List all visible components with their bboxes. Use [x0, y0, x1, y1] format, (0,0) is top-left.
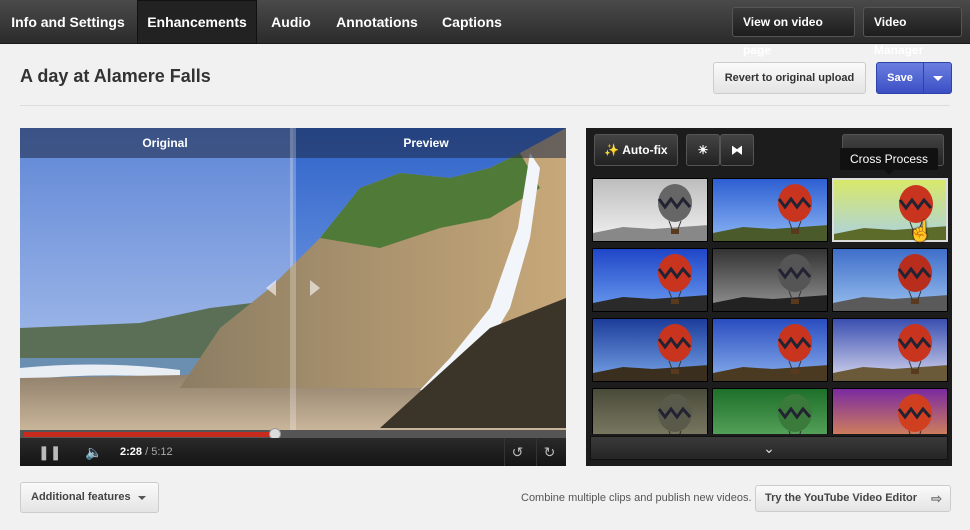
- balloon-icon: [833, 249, 947, 311]
- view-on-video-page-button[interactable]: View on video page: [732, 7, 855, 57]
- video-player[interactable]: Original Preview ❚❚ 🔈 2:28 / 5:12 ↺ ↻: [20, 128, 566, 466]
- player-controls: ❚❚ 🔈 2:28 / 5:12 ↺ ↻: [20, 438, 566, 466]
- try-video-editor-label: Try the YouTube Video Editor: [765, 492, 917, 504]
- filter-thumbnail-gray[interactable]: [592, 178, 708, 242]
- filter-tooltip: Cross Process: [840, 148, 938, 175]
- filter-thumbnail-cool[interactable]: [592, 248, 708, 312]
- filter-thumbnail-dark[interactable]: [592, 318, 708, 382]
- balloon-icon: [833, 319, 947, 381]
- time-separator: /: [142, 446, 152, 458]
- volume-icon[interactable]: 🔈: [80, 438, 108, 466]
- progress-bar[interactable]: [20, 428, 566, 440]
- tab-enhancements[interactable]: Enhancements: [137, 0, 257, 44]
- original-label: Original: [142, 136, 188, 150]
- brightness-icon: ☀: [697, 143, 709, 157]
- brightness-button[interactable]: ☀: [686, 134, 720, 166]
- time-display: 2:28 / 5:12: [120, 438, 173, 466]
- balloon-icon: [713, 389, 827, 434]
- filter-thumbnail-soft[interactable]: [832, 248, 948, 312]
- rotate-left-icon[interactable]: ↺: [504, 438, 530, 466]
- page-title: A day at Alamere Falls: [20, 66, 211, 86]
- save-button[interactable]: Save: [876, 62, 952, 94]
- combine-clips-text: Combine multiple clips and publish new v…: [521, 492, 752, 504]
- stabilize-icon: ⧓: [731, 143, 743, 157]
- effects-panel: ✨ Auto-fix ☀ ⧓ ⌄: [586, 128, 952, 466]
- balloon-icon: [593, 179, 707, 241]
- balloon-icon: [593, 249, 707, 311]
- chevron-down-icon: ⌄: [763, 440, 775, 456]
- duration: 5:12: [151, 446, 173, 458]
- save-label: Save: [877, 63, 924, 93]
- split-left-arrow-icon[interactable]: [266, 280, 276, 296]
- filter-grid: [592, 178, 948, 434]
- show-more-filters-button[interactable]: ⌄: [590, 436, 948, 460]
- tab-audio[interactable]: Audio: [258, 0, 324, 44]
- additional-features-button[interactable]: Additional features: [20, 482, 159, 513]
- filter-thumbnail-sunset[interactable]: [832, 388, 948, 434]
- header-divider: [20, 105, 950, 106]
- filter-thumbnail-sepia[interactable]: [592, 388, 708, 434]
- tab-captions[interactable]: Captions: [430, 0, 514, 44]
- balloon-icon: [833, 389, 947, 434]
- save-dropdown-arrow-icon[interactable]: [933, 76, 943, 81]
- balloon-icon: [713, 249, 827, 311]
- filter-thumbnail-green[interactable]: [712, 388, 828, 434]
- filter-thumbnail-bw[interactable]: [712, 248, 828, 312]
- pause-icon[interactable]: ❚❚: [38, 438, 61, 466]
- balloon-icon: [713, 319, 827, 381]
- additional-features-label: Additional features: [31, 491, 131, 503]
- balloon-icon: [593, 389, 707, 434]
- tab-annotations[interactable]: Annotations: [325, 0, 429, 44]
- top-nav: Info and Settings Enhancements Audio Ann…: [0, 0, 970, 57]
- preview-label: Preview: [403, 136, 449, 150]
- arrow-right-icon: ⇨: [931, 491, 942, 506]
- try-video-editor-button[interactable]: Try the YouTube Video Editor ⇨: [755, 485, 951, 512]
- magic-wand-icon: ✨: [604, 143, 620, 157]
- filter-thumbnail-fade[interactable]: [832, 318, 948, 382]
- dropdown-caret-icon: [138, 496, 146, 500]
- auto-fix-button[interactable]: ✨ Auto-fix: [594, 134, 678, 166]
- video-manager-button[interactable]: Video Manager: [863, 7, 962, 57]
- stabilize-button[interactable]: ⧓: [720, 134, 754, 166]
- auto-fix-label: Auto-fix: [622, 143, 668, 157]
- rotate-right-icon[interactable]: ↻: [536, 438, 562, 466]
- progress-fill: [24, 432, 275, 437]
- split-handle[interactable]: [290, 128, 296, 430]
- current-time: 2:28: [120, 446, 143, 458]
- tab-info-and-settings[interactable]: Info and Settings: [0, 0, 136, 44]
- balloon-icon: [713, 179, 827, 241]
- revert-button[interactable]: Revert to original upload: [713, 62, 866, 94]
- filter-thumbnail-warm[interactable]: [712, 318, 828, 382]
- filter-thumbnail-vivid[interactable]: [712, 178, 828, 242]
- split-right-arrow-icon[interactable]: [310, 280, 320, 296]
- balloon-icon: [593, 319, 707, 381]
- hand-cursor-icon: ☝: [908, 221, 933, 243]
